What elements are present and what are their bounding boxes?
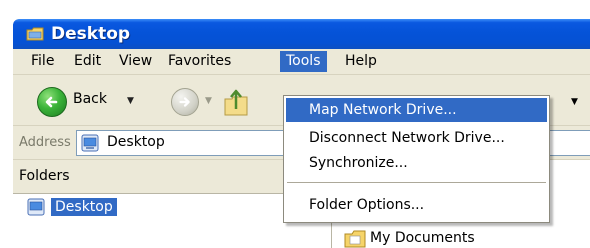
menu-separator — [287, 182, 546, 183]
back-label[interactable]: Back — [73, 91, 107, 107]
back-dropdown-arrow-icon[interactable]: ▼ — [127, 96, 134, 106]
menu-item-map-network-drive[interactable]: Map Network Drive... — [286, 98, 547, 122]
address-value: Desktop — [107, 134, 165, 150]
folder-icon — [26, 27, 44, 41]
views-dropdown-arrow-icon[interactable]: ▼ — [571, 97, 578, 107]
title-bar[interactable]: Desktop — [13, 19, 590, 49]
address-label: Address — [19, 135, 71, 150]
menu-item-folder-options[interactable]: Folder Options... — [286, 193, 547, 217]
forward-dropdown-arrow-icon[interactable]: ▼ — [205, 96, 212, 106]
menu-help[interactable]: Help — [339, 51, 383, 72]
arrow-right-icon — [179, 97, 190, 107]
menu-item-disconnect-network-drive[interactable]: Disconnect Network Drive... — [286, 126, 547, 150]
list-item-label: My Documents — [370, 230, 475, 246]
up-folder-icon[interactable] — [221, 85, 251, 117]
menu-view[interactable]: View — [113, 51, 158, 72]
back-button[interactable] — [37, 87, 67, 117]
menu-edit[interactable]: Edit — [68, 51, 107, 72]
menu-item-label: Map Network Drive... — [309, 102, 457, 118]
desktop-icon — [81, 134, 99, 152]
arrow-left-icon — [45, 96, 58, 108]
menu-item-synchronize[interactable]: Synchronize... — [286, 151, 547, 175]
menu-tools[interactable]: Tools — [280, 51, 327, 72]
folders-header: Folders — [19, 168, 70, 184]
menu-favorites[interactable]: Favorites — [162, 51, 237, 72]
tools-menu-dropdown: Map Network Drive... Disconnect Network … — [283, 95, 550, 223]
tree-item-label[interactable]: Desktop — [51, 198, 117, 216]
menu-bar: File Edit View Favorites Tools Help — [13, 49, 590, 75]
menu-item-label: Synchronize... — [309, 155, 408, 171]
menu-file[interactable]: File — [25, 51, 60, 72]
menu-item-label: Disconnect Network Drive... — [309, 130, 505, 146]
menu-item-label: Folder Options... — [309, 197, 425, 213]
window-title: Desktop — [51, 24, 131, 44]
desktop-icon — [27, 198, 45, 216]
forward-button[interactable] — [171, 88, 199, 116]
my-documents-folder-icon — [344, 230, 366, 248]
